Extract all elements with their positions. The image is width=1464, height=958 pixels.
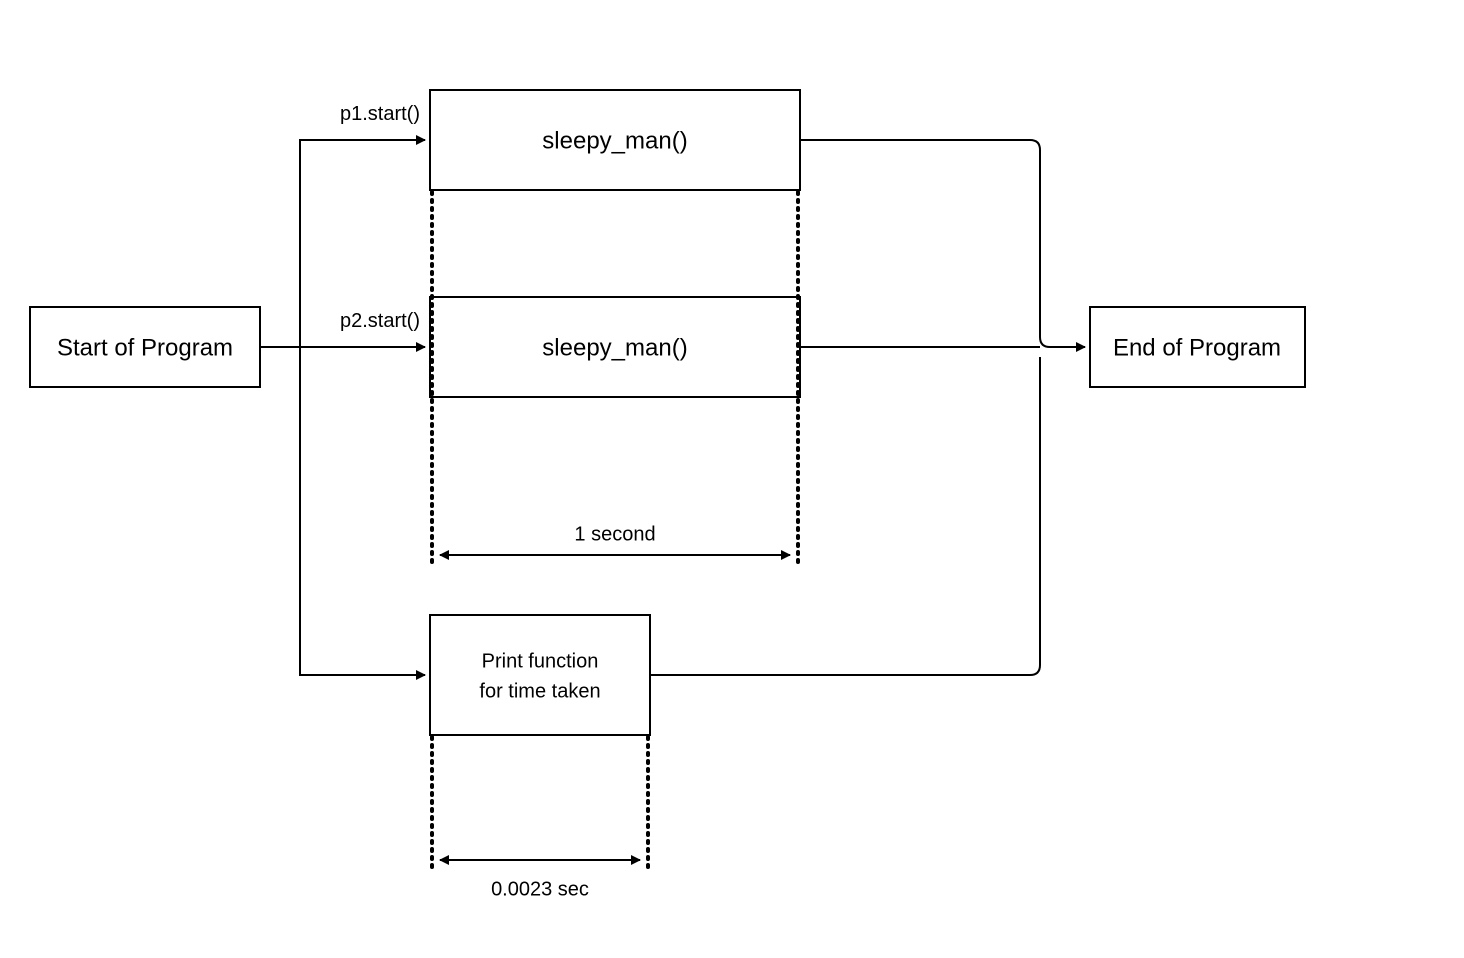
print-line2: for time taken bbox=[479, 680, 600, 702]
start-label: Start of Program bbox=[57, 334, 233, 361]
duration-long-label: 1 second bbox=[574, 523, 655, 545]
edge-print-end bbox=[650, 357, 1040, 675]
edge-p1-label: p1.start() bbox=[340, 103, 420, 125]
sleepy-man-1-node: sleepy_man() bbox=[430, 90, 800, 190]
sleepy-man-2-label: sleepy_man() bbox=[542, 334, 687, 361]
edge-to-print bbox=[300, 347, 425, 675]
print-function-node: Print function for time taken bbox=[430, 615, 650, 735]
edge-p2-label: p2.start() bbox=[340, 310, 420, 332]
end-label: End of Program bbox=[1113, 334, 1281, 361]
end-node: End of Program bbox=[1090, 307, 1305, 387]
print-line1: Print function bbox=[482, 650, 599, 672]
sleepy-man-2-node: sleepy_man() bbox=[430, 297, 800, 397]
duration-short-label: 0.0023 sec bbox=[491, 878, 589, 900]
edge-sleepy1-end bbox=[800, 140, 1085, 347]
start-node: Start of Program bbox=[30, 307, 260, 387]
sleepy-man-1-label: sleepy_man() bbox=[542, 127, 687, 154]
